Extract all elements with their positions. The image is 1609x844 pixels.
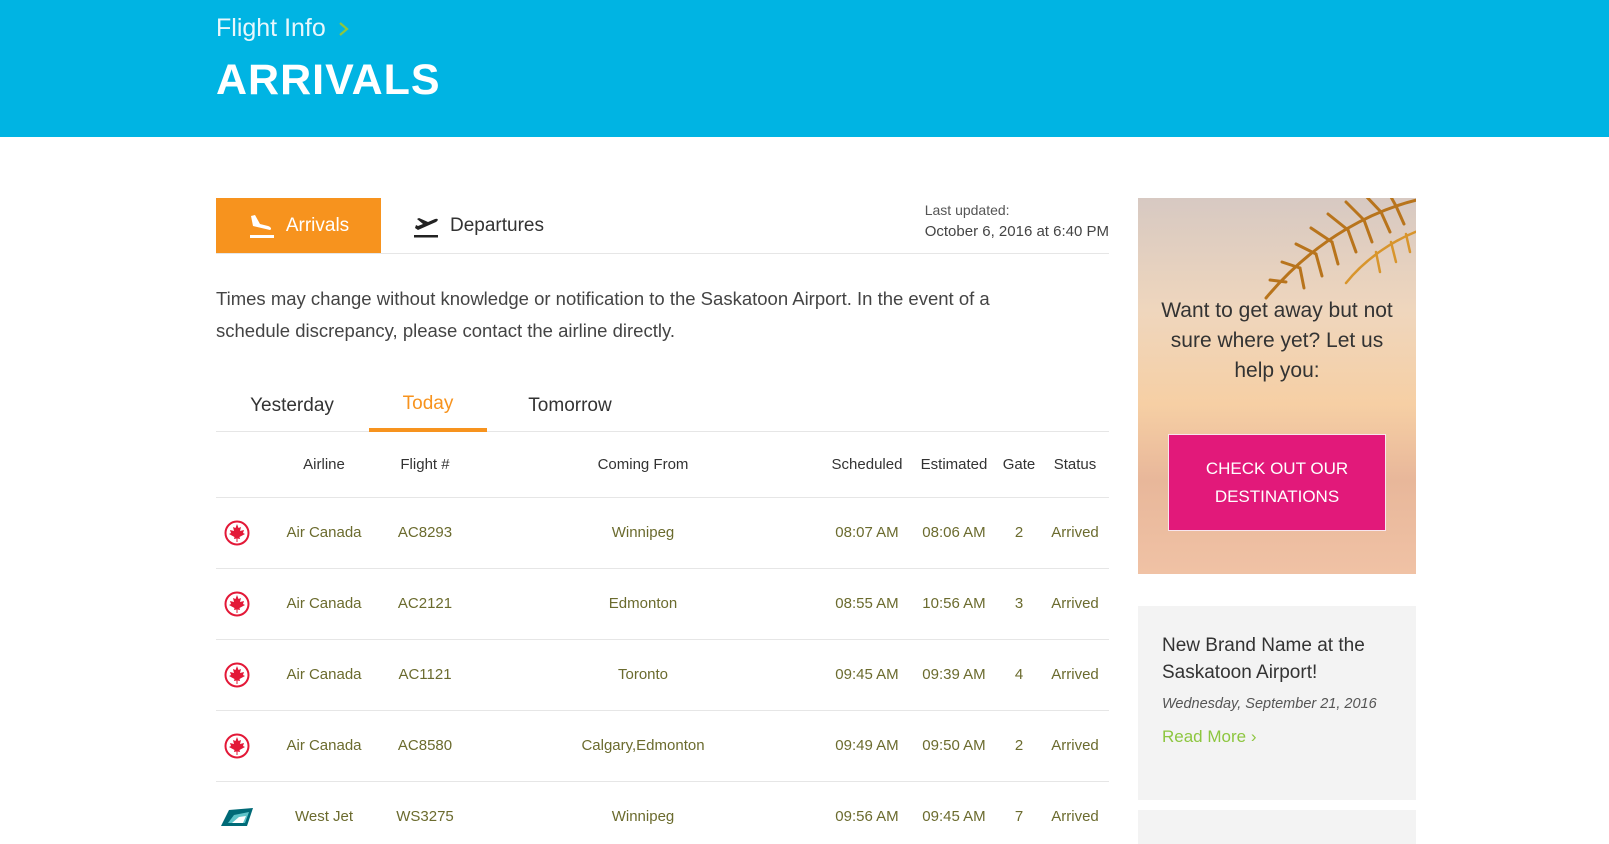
- page-header: Flight Info ARRIVALS: [0, 0, 1609, 137]
- column-flight: Flight #: [400, 456, 450, 473]
- news-card-partial: [1138, 810, 1416, 844]
- cell-status: Arrived: [1051, 666, 1099, 683]
- column-airline: Airline: [303, 456, 345, 473]
- check-out-destinations-button[interactable]: CHECK OUT OUR DESTINATIONS: [1168, 434, 1386, 531]
- table-row[interactable]: Air Canada AC1121 Toronto 09:45 AM 09:39…: [216, 640, 1109, 711]
- cell-coming-from: Winnipeg: [611, 808, 675, 825]
- table-header: Airline Flight # Coming From Scheduled E…: [216, 432, 1109, 498]
- arrivals-table: Airline Flight # Coming From Scheduled E…: [216, 432, 1109, 844]
- chevron-right-icon: [339, 21, 349, 36]
- cell-airline: West Jet: [294, 808, 354, 825]
- last-updated-value: October 6, 2016 at 6:40 PM: [924, 223, 1109, 240]
- air-canada-logo-icon: [224, 520, 250, 546]
- cell-estimated: 10:56 AM: [922, 595, 986, 612]
- cell-flight: WS3275: [396, 808, 454, 825]
- news-title[interactable]: New Brand Name at the Saskatoon Airport!: [1162, 632, 1392, 686]
- tab-departures-label: Departures: [450, 214, 544, 236]
- day-tabs: Yesterday Today Tomorrow: [216, 380, 1109, 432]
- cell-estimated: 09:45 AM: [922, 808, 986, 825]
- tab-today[interactable]: Today: [369, 380, 487, 432]
- cell-coming-from: Toronto: [617, 666, 669, 683]
- flight-type-tabs: Arrivals Departures Last updated: Octobe…: [216, 198, 1109, 254]
- cell-coming-from: Winnipeg: [611, 524, 675, 541]
- cell-gate: 2: [1014, 524, 1024, 541]
- tab-arrivals-label: Arrivals: [285, 214, 350, 236]
- cell-gate: 2: [1014, 737, 1024, 754]
- column-gate: Gate: [1002, 456, 1036, 473]
- destinations-promo: Want to get away but not sure where yet?…: [1138, 198, 1416, 574]
- page-title: ARRIVALS: [216, 56, 441, 104]
- cell-flight: AC8580: [397, 737, 453, 754]
- column-coming-from: Coming From: [597, 456, 689, 473]
- air-canada-logo-icon: [224, 591, 250, 617]
- cell-airline: Air Canada: [286, 595, 362, 612]
- cell-flight: AC2121: [397, 595, 453, 612]
- cell-flight: AC8293: [397, 524, 453, 541]
- cell-flight: AC1121: [398, 666, 452, 683]
- plane-landing-icon: [249, 214, 274, 238]
- schedule-notice: Times may change without knowledge or no…: [216, 288, 990, 341]
- table-row[interactable]: Air Canada AC8580 Calgary,Edmonton 09:49…: [216, 711, 1109, 782]
- tab-departures[interactable]: Departures: [412, 198, 544, 253]
- cell-status: Arrived: [1051, 808, 1099, 825]
- cell-status: Arrived: [1051, 737, 1099, 754]
- cell-airline: Air Canada: [286, 737, 362, 754]
- tab-arrivals[interactable]: Arrivals: [216, 198, 381, 253]
- tab-tomorrow[interactable]: Tomorrow: [494, 380, 646, 432]
- cell-gate: 3: [1014, 595, 1024, 612]
- cell-estimated: 09:50 AM: [922, 737, 986, 754]
- column-status: Status: [1053, 456, 1097, 473]
- cell-scheduled: 09:49 AM: [835, 737, 899, 754]
- tab-yesterday[interactable]: Yesterday: [216, 380, 368, 432]
- table-row[interactable]: Air Canada AC2121 Edmonton 08:55 AM 10:5…: [216, 569, 1109, 640]
- cell-status: Arrived: [1051, 595, 1099, 612]
- air-canada-logo-icon: [224, 733, 250, 759]
- cell-scheduled: 09:56 AM: [835, 808, 899, 825]
- plane-takeoff-icon: [414, 217, 438, 237]
- cell-scheduled: 09:45 AM: [835, 666, 899, 683]
- cell-airline: Air Canada: [286, 666, 362, 683]
- cell-coming-from: Calgary,Edmonton: [581, 737, 705, 754]
- cell-scheduled: 08:07 AM: [835, 524, 899, 541]
- table-row[interactable]: West Jet WS3275 Winnipeg 09:56 AM 09:45 …: [216, 782, 1109, 844]
- breadcrumb[interactable]: Flight Info: [216, 14, 350, 43]
- read-more-link[interactable]: Read More ›: [1162, 727, 1256, 747]
- cell-gate: 4: [1014, 666, 1024, 683]
- cell-gate: 7: [1014, 808, 1024, 825]
- cell-coming-from: Edmonton: [608, 595, 678, 612]
- promo-text: Want to get away but not sure where yet?…: [1161, 299, 1393, 382]
- air-canada-logo-icon: [224, 662, 250, 688]
- news-card: New Brand Name at the Saskatoon Airport!…: [1138, 606, 1416, 800]
- cell-estimated: 09:39 AM: [922, 666, 986, 683]
- cell-status: Arrived: [1051, 524, 1099, 541]
- table-row[interactable]: Air Canada AC8293 Winnipeg 08:07 AM 08:0…: [216, 498, 1109, 569]
- westjet-logo-icon: [221, 808, 253, 826]
- cell-scheduled: 08:55 AM: [835, 595, 899, 612]
- column-scheduled: Scheduled: [831, 456, 903, 473]
- last-updated: Last updated: October 6, 2016 at 6:40 PM: [925, 200, 1109, 242]
- column-estimated: Estimated: [920, 456, 988, 473]
- cell-estimated: 08:06 AM: [922, 524, 986, 541]
- breadcrumb-flight-info[interactable]: Flight Info: [216, 14, 326, 43]
- news-date: Wednesday, September 21, 2016: [1162, 696, 1377, 712]
- cell-airline: Air Canada: [286, 524, 362, 541]
- last-updated-label: Last updated:: [924, 202, 1010, 218]
